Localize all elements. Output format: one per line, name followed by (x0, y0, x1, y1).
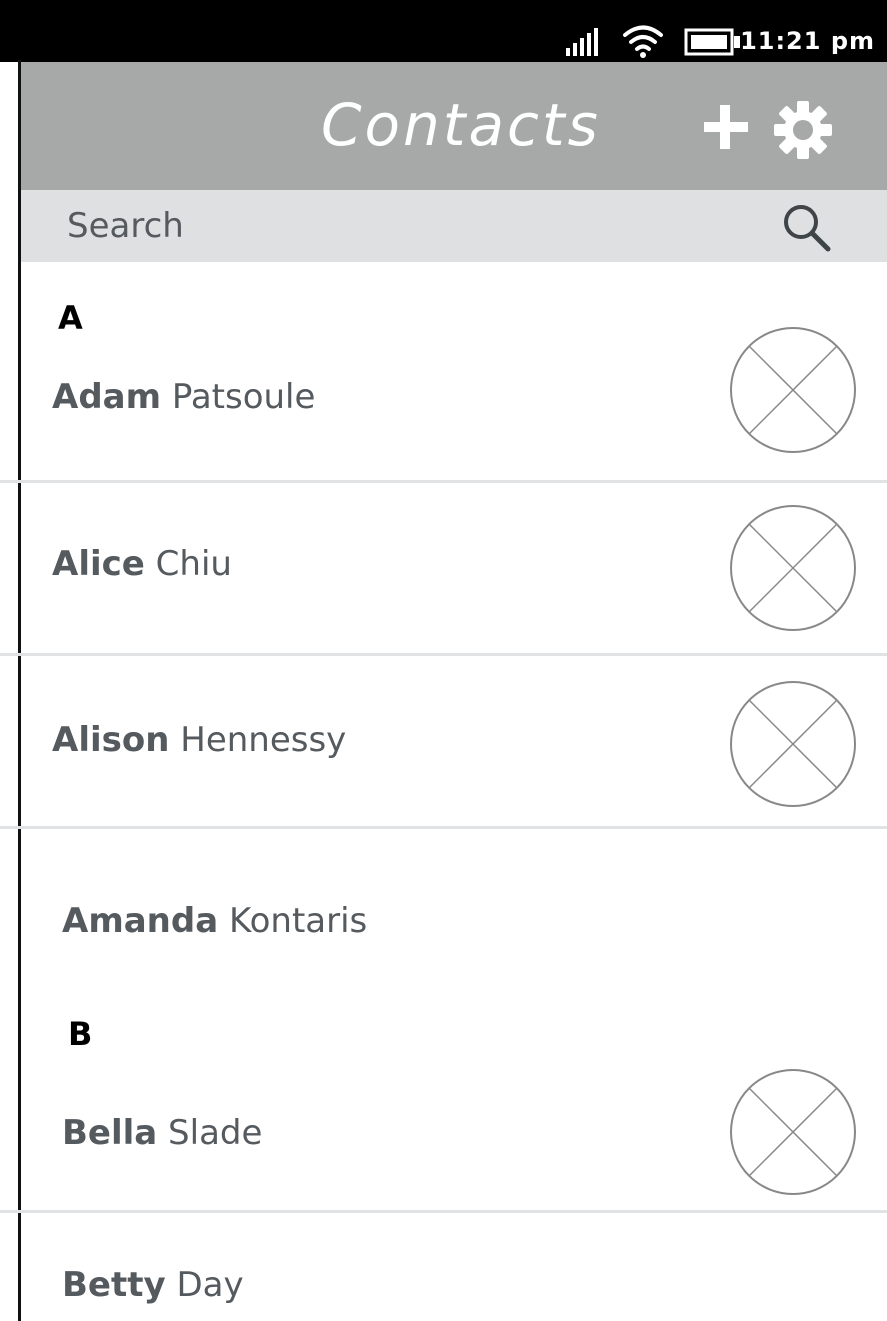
contacts-screen: 11:21 pm Contacts Search A Adam Patsoule… (0, 0, 887, 1321)
contact-name: Alison Hennessy (52, 719, 346, 761)
signal-icon (566, 28, 598, 56)
search-icon[interactable] (781, 202, 833, 254)
search-bar (21, 190, 887, 262)
contact-last-name: Day (176, 1265, 244, 1305)
contact-last-name: Slade (168, 1113, 263, 1153)
battery-icon (684, 28, 740, 56)
contact-name: Bella Slade (62, 1112, 262, 1154)
contact-first-name: Betty (62, 1265, 166, 1305)
status-time: 11:21 pm (740, 27, 875, 55)
wifi-icon (623, 25, 663, 58)
avatar-placeholder-icon (730, 327, 856, 453)
add-contact-button[interactable] (701, 102, 751, 152)
gear-icon[interactable] (773, 100, 833, 160)
contact-last-name: Chiu (155, 544, 232, 584)
avatar-placeholder-icon (730, 681, 856, 807)
avatar-placeholder-icon (730, 505, 856, 631)
contact-name: Amanda Kontaris (62, 900, 367, 942)
app-header: Contacts (21, 62, 887, 190)
section-header-b: B (68, 1015, 93, 1053)
contact-first-name: Alison (52, 720, 170, 760)
search-input[interactable] (67, 200, 767, 252)
page-title: Contacts (321, 91, 601, 159)
contact-first-name: Bella (62, 1113, 158, 1153)
contact-first-name: Amanda (62, 901, 219, 941)
contact-last-name: Patsoule (171, 377, 316, 417)
contact-last-name: Hennessy (180, 720, 347, 760)
avatar-placeholder-icon (730, 1069, 856, 1195)
contact-first-name: Alice (52, 544, 145, 584)
contact-name: Alice Chiu (52, 543, 232, 585)
contact-first-name: Adam (52, 377, 162, 417)
contact-name: Adam Patsoule (52, 376, 315, 418)
contact-last-name: Kontaris (228, 901, 368, 941)
contact-name: Betty Day (62, 1264, 244, 1306)
status-bar: 11:21 pm (0, 0, 887, 62)
